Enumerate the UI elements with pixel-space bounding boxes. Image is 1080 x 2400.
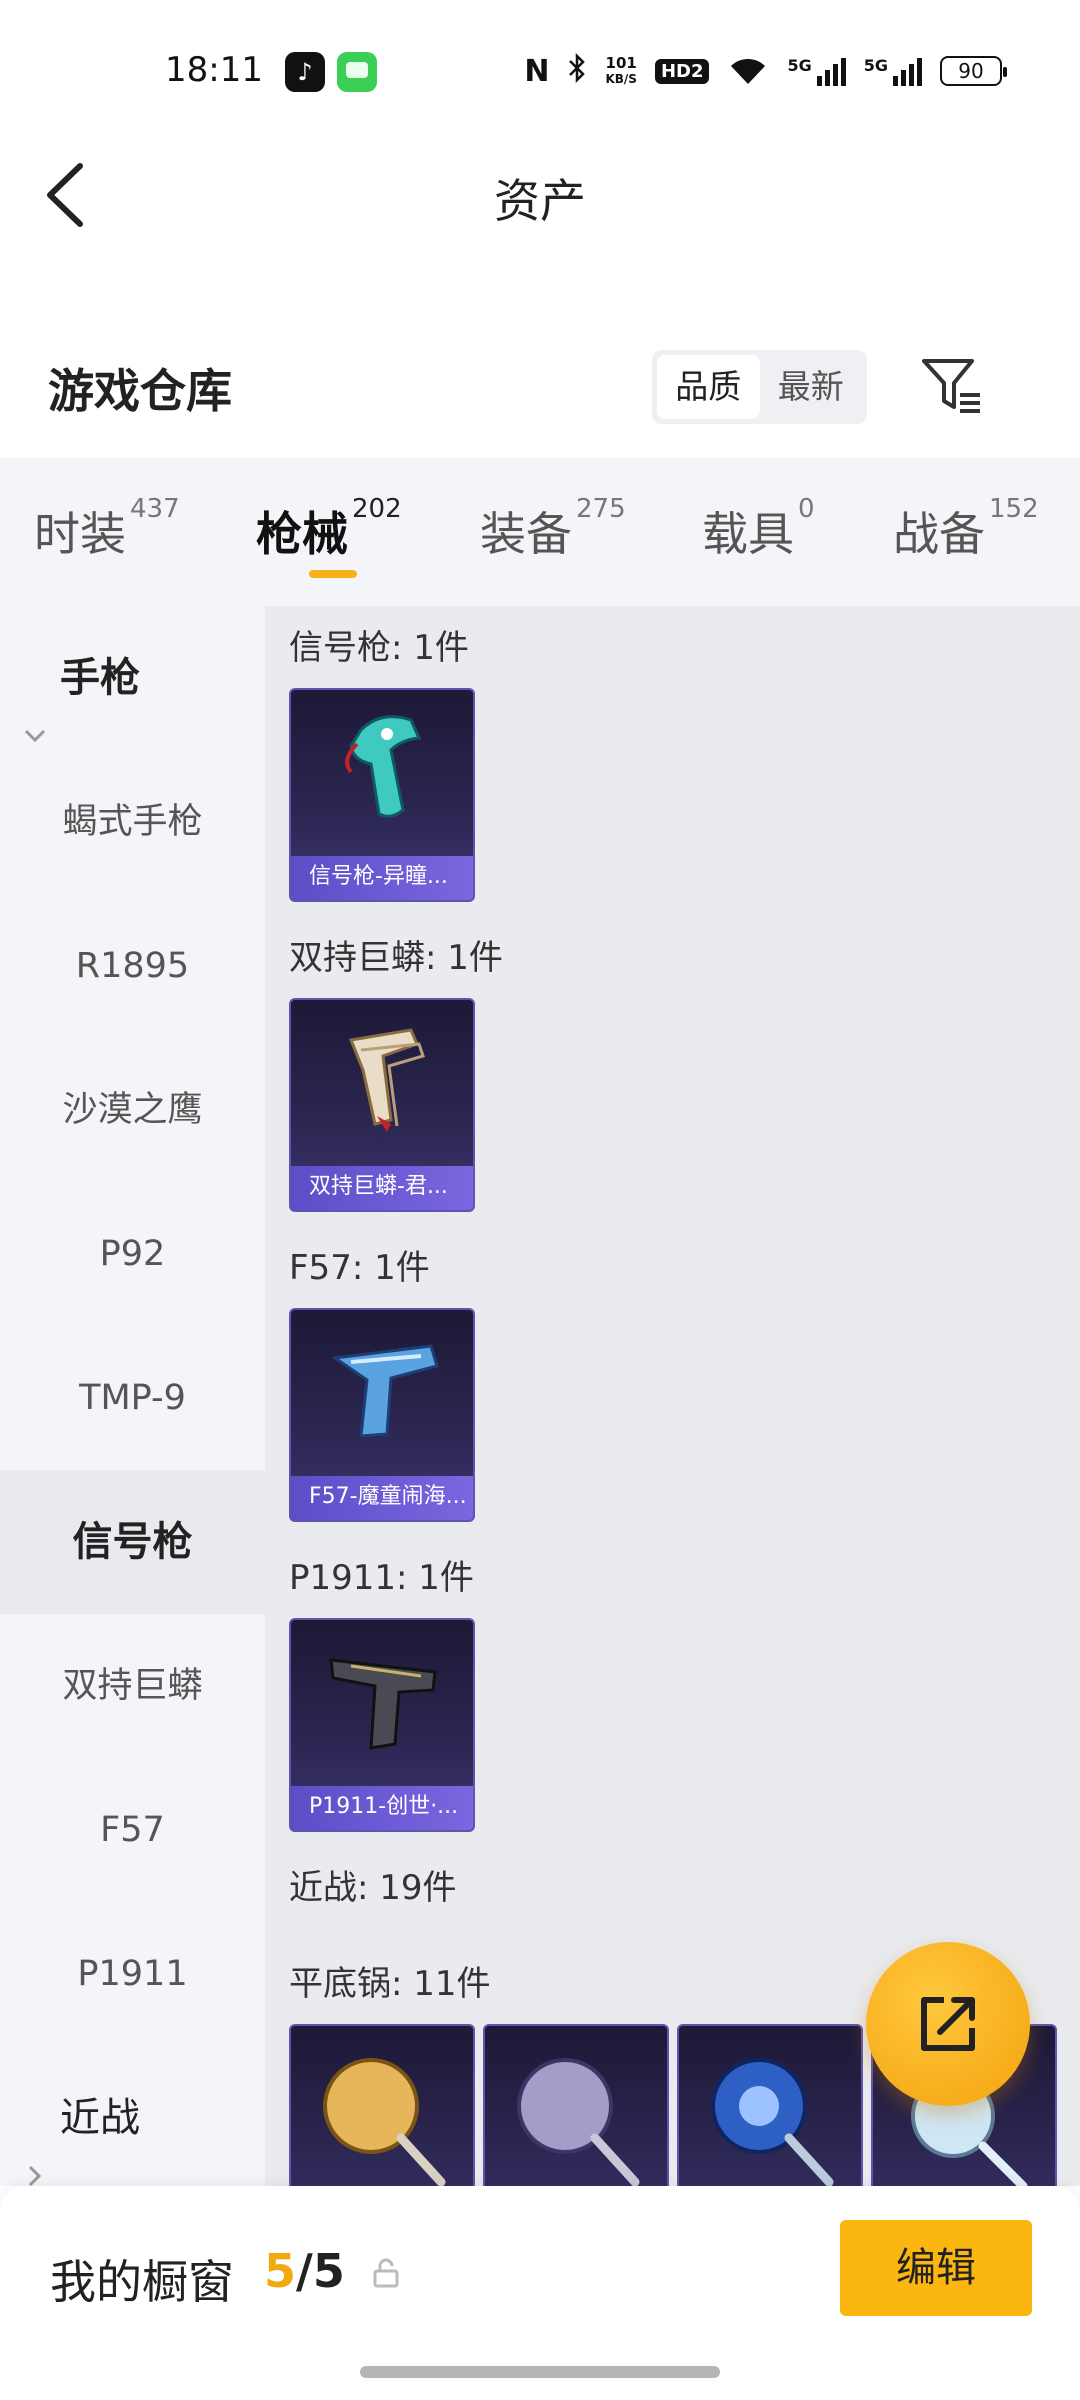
item-caption: F57-魔童闹海...	[291, 1476, 473, 1520]
section-label-flare-gun: 信号枪: 1件	[289, 628, 469, 668]
showcase-count: 5/5	[264, 2244, 345, 2298]
section-label-melee: 近战: 19件	[289, 1868, 457, 1908]
sidebar-item-dual-python[interactable]: 双持巨蟒	[0, 1614, 265, 1758]
signal-icon-2: 5G	[864, 56, 922, 86]
sidebar-group-pistol[interactable]: 手枪	[0, 606, 265, 750]
tab-label: 装备	[480, 507, 572, 561]
sidebar-item-tmp9[interactable]: TMP-9	[0, 1326, 265, 1470]
f57-skin-image	[330, 1344, 439, 1438]
frying-pan-skin-image	[323, 2058, 446, 2186]
active-tab-indicator	[309, 570, 357, 578]
weapon-type-sidebar: 手枪 蝎式手枪 R1895 沙漠之鹰 P92 TMP-9 信号枪 双持巨蟒 F5…	[0, 606, 265, 2187]
edit-button[interactable]: 编辑	[840, 2220, 1032, 2316]
sidebar-group-label: 近战	[60, 2095, 140, 2141]
bluetooth-icon	[567, 52, 587, 90]
status-indicators: N 101 KB/S HD2 5G 5G 90	[524, 48, 1007, 94]
frying-pan-skin-image	[711, 2058, 834, 2186]
tab-count: 152	[989, 494, 1039, 524]
dual-python-skin-image	[348, 1028, 425, 1132]
status-time: 18:11	[165, 50, 263, 90]
net-speed-unit: KB/S	[605, 71, 637, 86]
frying-pan-skin-image	[517, 2058, 640, 2186]
sidebar-group-label: 手枪	[60, 655, 140, 701]
tab-label: 载具	[702, 507, 794, 561]
sidebar-item-p92[interactable]: P92	[0, 1182, 265, 1326]
section-label-f57: F57: 1件	[289, 1248, 430, 1288]
item-card[interactable]	[289, 2024, 475, 2186]
hd-badge: HD2	[654, 58, 710, 84]
sidebar-item-scorpion[interactable]: 蝎式手枪	[0, 750, 265, 894]
showcase-separator: /	[296, 2244, 313, 2298]
chevron-right-icon	[22, 2104, 48, 2187]
sort-latest-button[interactable]: 最新	[760, 355, 863, 419]
tab-vehicles[interactable]: 载具 0	[702, 494, 815, 564]
share-button[interactable]	[866, 1942, 1030, 2106]
showcase-title: 我的橱窗	[50, 2255, 234, 2309]
tab-count: 437	[130, 494, 180, 524]
chevron-down-icon	[22, 664, 48, 743]
item-card[interactable]	[677, 2024, 863, 2186]
sidebar-item-desert-eagle[interactable]: 沙漠之鹰	[0, 1038, 265, 1182]
sidebar-item-p1911[interactable]: P1911	[0, 1902, 265, 2046]
item-caption: 信号枪-异瞳...	[291, 856, 473, 900]
item-card[interactable]	[483, 2024, 669, 2186]
sort-quality-button[interactable]: 品质	[657, 355, 760, 419]
net-speed-value: 101	[605, 53, 637, 72]
section-label-frying-pan: 平底锅: 11件	[289, 1964, 491, 2004]
sidebar-item-flare-gun[interactable]: 信号枪	[0, 1470, 265, 1614]
nfc-icon: N	[524, 53, 550, 89]
filter-icon[interactable]	[920, 355, 984, 415]
tab-label: 时装	[34, 507, 126, 561]
section-label-dual-python: 双持巨蟒: 1件	[289, 938, 503, 978]
p1911-skin-image	[329, 1658, 437, 1750]
net-speed: 101 KB/S	[605, 53, 637, 87]
sidebar-item-f57[interactable]: F57	[0, 1758, 265, 1902]
sidebar-group-melee[interactable]: 近战	[0, 2046, 265, 2190]
showcase-current: 5	[264, 2244, 297, 2298]
item-card[interactable]: 双持巨蟒-君...	[289, 998, 475, 1212]
tiktok-icon: ♪	[285, 52, 325, 92]
message-icon	[337, 52, 377, 92]
tab-supplies[interactable]: 战备 152	[893, 494, 1039, 564]
tab-count: 0	[798, 494, 815, 524]
tab-fashion[interactable]: 时装 437	[34, 494, 180, 564]
item-caption: 双持巨蟒-君...	[291, 1166, 473, 1210]
tab-label: 枪械	[256, 507, 348, 561]
tab-count: 275	[576, 494, 626, 524]
lock-icon	[372, 2258, 400, 2288]
item-caption: P1911-创世·...	[291, 1786, 473, 1830]
tab-label: 战备	[893, 507, 985, 561]
flare-gun-skin-image	[345, 715, 422, 818]
signal-icon: 5G	[787, 56, 846, 86]
item-card[interactable]: 信号枪-异瞳...	[289, 688, 475, 902]
status-bar: 18:11 ♪ N 101 KB/S HD2 5G 5G 90	[0, 0, 1080, 140]
wifi-icon	[727, 56, 769, 86]
battery-icon: 90	[940, 56, 1007, 86]
sort-toggle: 品质 最新	[652, 350, 867, 424]
signal-5g-label: 5G	[787, 56, 812, 75]
tab-equipment[interactable]: 装备 275	[480, 494, 626, 564]
section-label-p1911: P1911: 1件	[289, 1558, 474, 1598]
category-tabs: 时装 437 枪械 202 装备 275 载具 0 战备 152	[0, 458, 1080, 606]
warehouse-title: 游戏仓库	[48, 364, 232, 418]
item-card[interactable]: F57-魔童闹海...	[289, 1308, 475, 1522]
page-title: 资产	[494, 174, 586, 228]
home-indicator[interactable]	[360, 2366, 720, 2378]
tab-count: 202	[352, 494, 402, 524]
tab-guns[interactable]: 枪械 202	[256, 494, 402, 564]
share-icon	[921, 1997, 975, 2051]
app-header: 资产	[0, 140, 1080, 250]
item-card[interactable]: P1911-创世·...	[289, 1618, 475, 1832]
showcase-total: 5	[312, 2244, 345, 2298]
signal-5g-label-2: 5G	[863, 56, 888, 75]
sidebar-item-r1895[interactable]: R1895	[0, 894, 265, 1038]
